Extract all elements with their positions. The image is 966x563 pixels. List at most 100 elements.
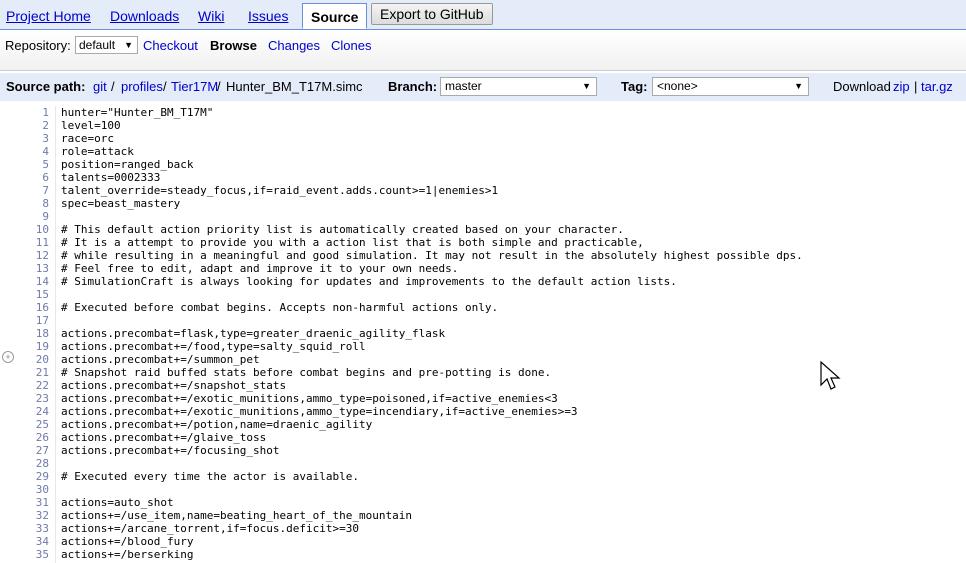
line-number[interactable]: 29 (0, 470, 49, 483)
source-code-view: 1 hunter="Hunter_BM_T17M" 2 level=100 3 race=… (0, 106, 966, 563)
code-text: actions.precombat+=/potion,name=draenic_… (61, 418, 373, 431)
branch-select[interactable]: master ▼ (440, 77, 597, 96)
code-line: 18 actions.precombat=flask,type=greater_d… (0, 327, 966, 340)
line-number[interactable]: 31 (0, 496, 49, 509)
line-number[interactable]: 25 (0, 418, 49, 431)
code-line: 2 level=100 (0, 119, 966, 132)
tab-source[interactable]: Source (302, 3, 368, 29)
line-number[interactable]: 12 (0, 249, 49, 262)
code-text: # while resulting in a meaningful and go… (61, 249, 803, 262)
tag-select[interactable]: <none> ▼ (652, 77, 809, 96)
line-number[interactable]: 17 (0, 314, 49, 327)
code-line: 6 talents=0002333 (0, 171, 966, 184)
breadcrumb-separator: / (163, 79, 167, 94)
tab-project-home[interactable]: Project Home (6, 8, 91, 24)
code-line: 15 (0, 288, 966, 301)
line-number[interactable]: 14 (0, 275, 49, 288)
breadcrumb-separator: / (111, 79, 115, 94)
code-line: 9 (0, 210, 966, 223)
line-number[interactable]: 27 (0, 444, 49, 457)
line-number[interactable]: 8 (0, 197, 49, 210)
code-text: actions.precombat+=/focusing_shot (61, 444, 280, 457)
line-number[interactable]: 9 (0, 210, 49, 223)
code-text: actions+=/arcane_torrent,if=focus.defici… (61, 522, 360, 535)
code-text: race=orc (61, 132, 114, 145)
code-line: 10 # This default action priority list is… (0, 223, 966, 236)
mouse-cursor-icon (820, 361, 841, 390)
code-text: actions.precombat+=/glaive_toss (61, 431, 267, 444)
code-line: 7 talent_override=steady_focus,if=raid_ev… (0, 184, 966, 197)
line-number[interactable]: 11 (0, 236, 49, 249)
line-number[interactable]: 2 (0, 119, 49, 132)
line-number[interactable]: 23 (0, 392, 49, 405)
tab-issues[interactable]: Issues (248, 8, 288, 24)
line-number[interactable]: 6 (0, 171, 49, 184)
download-zip-link[interactable]: zip (893, 79, 910, 94)
breadcrumb-tier17m[interactable]: Tier17M (171, 79, 218, 94)
download-label: Download (833, 79, 891, 94)
code-text: talent_override=steady_focus,if=raid_eve… (61, 184, 499, 197)
code-text: # It is a attempt to provide you with a … (61, 236, 644, 249)
code-text: # SimulationCraft is always looking for … (61, 275, 677, 288)
line-number[interactable]: 10 (0, 223, 49, 236)
line-number[interactable]: 28 (0, 457, 49, 470)
code-text: actions.precombat+=/exotic_munitions,amm… (61, 392, 558, 405)
code-line: 31 actions=auto_shot (0, 496, 966, 509)
code-text: # Executed before combat begins. Accepts… (61, 301, 499, 314)
line-number[interactable]: 30 (0, 483, 49, 496)
code-text: actions+=/use_item,name=beating_heart_of… (61, 509, 412, 522)
code-text: actions.precombat=flask,type=greater_dra… (61, 327, 446, 340)
breadcrumb-profiles[interactable]: profiles (121, 79, 163, 94)
line-number[interactable]: 13 (0, 262, 49, 275)
line-number[interactable]: 33 (0, 522, 49, 535)
line-number[interactable]: 15 (0, 288, 49, 301)
clones-link[interactable]: Clones (331, 38, 371, 53)
line-number[interactable]: 3 (0, 132, 49, 145)
line-number[interactable]: 26 (0, 431, 49, 444)
code-line: 3 race=orc (0, 132, 966, 145)
line-number[interactable]: 34 (0, 535, 49, 548)
code-line: 28 (0, 457, 966, 470)
line-number[interactable]: 7 (0, 184, 49, 197)
line-number[interactable]: 5 (0, 158, 49, 171)
repository-label: Repository: (5, 38, 71, 53)
code-text: actions.precombat+=/exotic_munitions,amm… (61, 405, 578, 418)
line-number[interactable]: 21 (0, 366, 49, 379)
repository-select[interactable]: default ▼ (75, 36, 138, 54)
line-number[interactable]: 24 (0, 405, 49, 418)
line-number[interactable]: 1 (0, 106, 49, 119)
code-text: actions=auto_shot (61, 496, 174, 509)
source-path-bar: Source path: git / profiles / Tier17M / … (0, 73, 966, 101)
tab-wiki[interactable]: Wiki (198, 8, 224, 24)
line-number[interactable]: 22 (0, 379, 49, 392)
code-line: 25 actions.precombat+=/potion,name=draeni… (0, 418, 966, 431)
code-text: talents=0002333 (61, 171, 161, 184)
code-line: 8 spec=beast_mastery (0, 197, 966, 210)
line-number[interactable]: 35 (0, 548, 49, 561)
code-text: # Snapshot raid buffed stats before comb… (61, 366, 552, 379)
breadcrumb-git[interactable]: git (93, 79, 107, 94)
code-line: 23 actions.precombat+=/exotic_munitions,a… (0, 392, 966, 405)
download-targz-link[interactable]: tar.gz (921, 79, 953, 94)
line-number[interactable]: 18 (0, 327, 49, 340)
code-text: actions.precombat+=/food,type=salty_squi… (61, 340, 366, 353)
tab-downloads[interactable]: Downloads (110, 8, 179, 24)
code-text: position=ranged_back (61, 158, 194, 171)
code-text: level=100 (61, 119, 121, 132)
export-to-github-button[interactable]: Export to GitHub (371, 3, 493, 25)
code-line: 34 actions+=/blood_fury (0, 535, 966, 548)
code-text: actions+=/berserking (61, 548, 194, 561)
line-number[interactable]: 4 (0, 145, 49, 158)
changes-link[interactable]: Changes (268, 38, 320, 53)
code-line: 27 actions.precombat+=/focusing_shot (0, 444, 966, 457)
code-text: hunter="Hunter_BM_T17M" (61, 106, 214, 119)
line-number[interactable]: 32 (0, 509, 49, 522)
branch-value: master (445, 79, 482, 93)
source-path-label: Source path: (6, 79, 86, 94)
checkout-link[interactable]: Checkout (143, 38, 198, 53)
browse-link[interactable]: Browse (210, 38, 257, 53)
chevron-down-icon: ▼ (794, 81, 803, 91)
zoom-in-icon[interactable]: + (2, 351, 14, 363)
code-line: 13 # Feel free to edit, adapt and improve… (0, 262, 966, 275)
line-number[interactable]: 16 (0, 301, 49, 314)
